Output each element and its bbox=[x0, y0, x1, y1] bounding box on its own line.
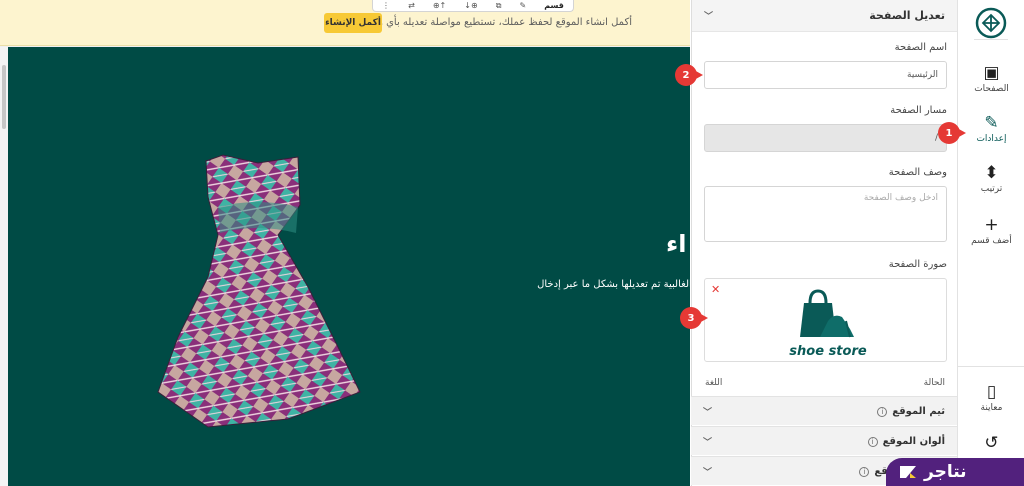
rail-item-label: الصفحات bbox=[974, 84, 1009, 94]
page-settings-panel: تعديل الصفحة ﹀ اسم الصفحة الرئيسية مسار … bbox=[691, 0, 957, 486]
chevron-down-icon[interactable]: ﹀ bbox=[703, 435, 712, 448]
logo-name: shoe store bbox=[789, 344, 867, 359]
info-icon: i bbox=[859, 466, 870, 477]
brand-watermark: نتاجر bbox=[886, 458, 1024, 486]
panel-header[interactable]: تعديل الصفحة ﹀ bbox=[692, 0, 957, 32]
marker-2: 2 bbox=[675, 64, 703, 86]
dress-image bbox=[157, 154, 361, 428]
add-below-icon[interactable]: ↓⊕ bbox=[464, 1, 477, 10]
status-language-row: الحالة اللغة bbox=[705, 378, 945, 388]
rail-item-pages[interactable]: ▣ الصفحات bbox=[958, 62, 1024, 94]
edit-icon[interactable]: ✎ bbox=[519, 1, 526, 10]
rail-item-sort[interactable]: ⬍ ترتيب bbox=[958, 162, 1024, 194]
history-icon: ↺ bbox=[984, 433, 999, 453]
editor-canvas: أكمل انشاء الموقع لحفظ عملك، تستطيع مواص… bbox=[0, 0, 690, 486]
page-desc-textarea[interactable]: ادخل وصف الصفحة bbox=[704, 186, 947, 242]
remove-image-icon[interactable]: ✕ bbox=[711, 283, 720, 296]
rail-item-add-section[interactable]: + أضف قسم bbox=[958, 214, 1024, 246]
marker-1: 1 bbox=[938, 122, 966, 144]
rail-item-label: ترتيب bbox=[980, 184, 1003, 194]
rail-item-settings[interactable]: ✎ إعدادات bbox=[958, 112, 1024, 144]
chevron-down-icon[interactable]: ﹀ bbox=[703, 465, 712, 478]
canvas-scrollbar[interactable] bbox=[0, 47, 8, 486]
page-desc-label: وصف الصفحة bbox=[888, 167, 947, 178]
pencil-icon: ✎ bbox=[984, 113, 999, 133]
page-path-label: مسار الصفحة bbox=[890, 105, 947, 116]
hero-section[interactable]: اء ولكن الغالبية تم تعديلها بشكل ما عبر … bbox=[8, 47, 690, 486]
plus-icon: + bbox=[984, 215, 999, 235]
panel-title: تعديل الصفحة bbox=[869, 9, 945, 22]
brand-name: نتاجر bbox=[924, 462, 967, 482]
app-logo-icon[interactable] bbox=[974, 6, 1008, 40]
rail-item-preview[interactable]: ▯ معاينة bbox=[958, 381, 1024, 413]
sort-icon: ⬍ bbox=[984, 163, 999, 183]
add-above-icon[interactable]: ⊕↑ bbox=[433, 1, 446, 10]
status-label: الحالة bbox=[923, 378, 945, 388]
complete-site-button[interactable]: أكمل الإنشاء bbox=[324, 13, 382, 33]
hero-title: اء bbox=[666, 230, 687, 258]
editor-sidebar-rail: ▣ الصفحات ✎ إعدادات ⬍ ترتيب + أضف قسم ▯ … bbox=[957, 0, 1024, 486]
rail-item-label: إعدادات bbox=[976, 134, 1007, 144]
phone-icon: ▯ bbox=[986, 382, 997, 402]
page-image-box[interactable]: ✕ shoe store bbox=[704, 278, 947, 362]
section-toolbar: ⋮ ⇄ ⊕↑ ↓⊕ ⧉ ✎ قسم bbox=[372, 0, 574, 12]
accordion-site-theme-label: ثيم الموقع bbox=[892, 405, 945, 417]
rail-item-label: معاينة bbox=[980, 403, 1003, 413]
rail-item-label: أضف قسم bbox=[971, 236, 1012, 246]
page-path-input: / bbox=[704, 124, 947, 152]
marker-3: 3 bbox=[680, 307, 708, 329]
brand-logo-icon bbox=[900, 466, 916, 478]
shoe-store-logo: shoe store bbox=[783, 287, 873, 359]
scroll-thumb[interactable] bbox=[2, 65, 6, 129]
accordion-site-colors[interactable]: ألوان الموقع i ﹀ bbox=[691, 426, 957, 455]
swap-icon[interactable]: ⇄ bbox=[408, 1, 415, 10]
page-name-label: اسم الصفحة bbox=[894, 42, 947, 53]
pages-icon: ▣ bbox=[983, 63, 1000, 83]
chevron-down-icon[interactable]: ﹀ bbox=[704, 9, 713, 22]
duplicate-icon[interactable]: ⧉ bbox=[496, 1, 502, 11]
banner-message: أكمل انشاء الموقع لحفظ عملك، تستطيع مواص… bbox=[363, 17, 632, 28]
hero-subtitle: ولكن الغالبية تم تعديلها بشكل ما عبر إدخ… bbox=[537, 279, 690, 290]
rail-item-history[interactable]: ↺ bbox=[958, 432, 1024, 454]
info-icon: i bbox=[877, 406, 888, 417]
page-name-input[interactable]: الرئيسية bbox=[704, 61, 947, 89]
accordion-site-colors-label: ألوان الموقع bbox=[882, 435, 945, 447]
chevron-down-icon[interactable]: ﹀ bbox=[703, 405, 712, 418]
info-icon: i bbox=[867, 436, 878, 447]
language-label: اللغة bbox=[705, 378, 723, 388]
unsaved-banner: أكمل انشاء الموقع لحفظ عملك، تستطيع مواص… bbox=[0, 0, 690, 46]
page-image-label: صورة الصفحة bbox=[888, 259, 947, 270]
rail-divider bbox=[958, 366, 1024, 367]
more-icon[interactable]: ⋮ bbox=[382, 1, 390, 10]
shopping-bag-icon bbox=[800, 289, 854, 338]
accordion-site-theme[interactable]: ثيم الموقع i ﹀ bbox=[691, 396, 957, 425]
section-label: قسم bbox=[544, 1, 564, 10]
